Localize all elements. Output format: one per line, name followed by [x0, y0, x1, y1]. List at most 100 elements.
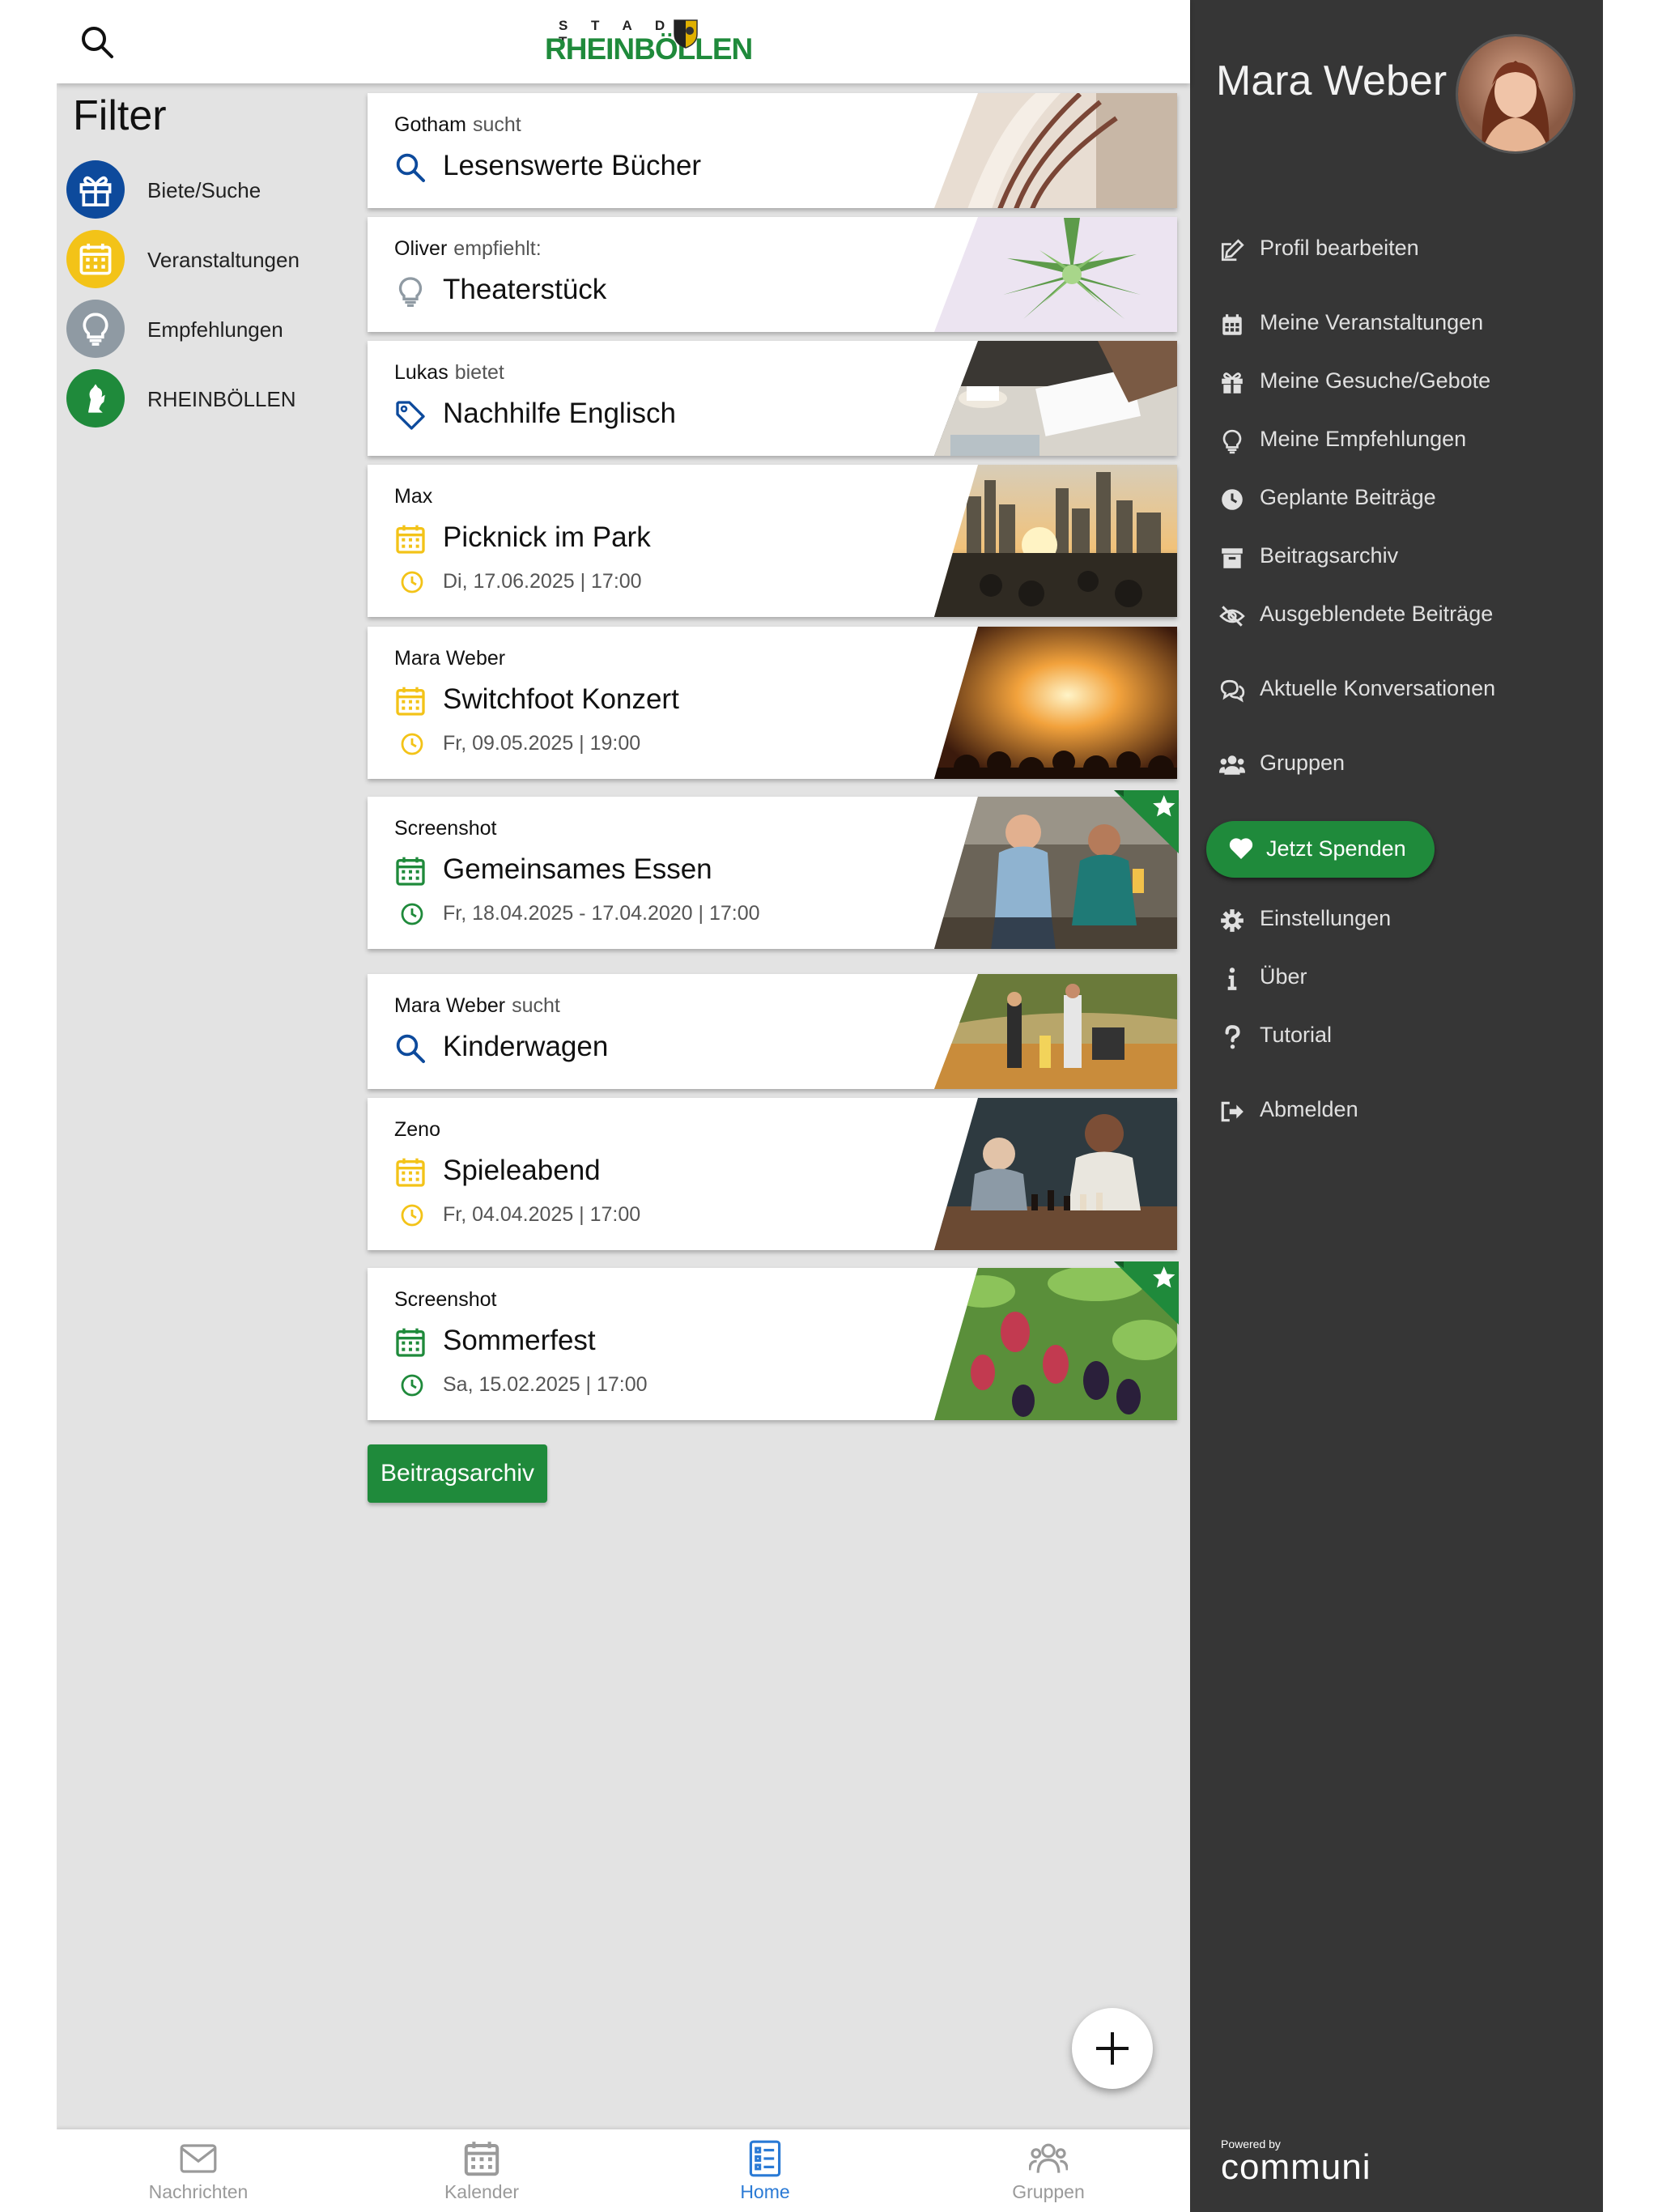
feed-card[interactable]: Max Picknick im Park Di, 17.06.2025 | 17:0… — [368, 465, 1177, 617]
card-title: Theaterstück — [443, 274, 607, 305]
nav-item-home[interactable]: Home — [623, 2129, 907, 2212]
feed-card[interactable]: Mara Weber sucht Kinderwagen — [368, 974, 1177, 1089]
card-author: Screenshot — [394, 817, 496, 840]
calendar-icon — [464, 2142, 500, 2176]
filter-item[interactable]: Biete/Suche — [66, 160, 358, 219]
drawer-item-label: Profil bearbeiten — [1260, 236, 1419, 260]
nav-label: Home — [740, 2181, 790, 2202]
nav-item-gruppen[interactable]: Gruppen — [907, 2129, 1190, 2212]
card-image — [934, 93, 1177, 208]
nav-item-nachrichten[interactable]: Nachrichten — [57, 2129, 340, 2212]
main-area: S T A D T RHEINBÖLLEN Filter Biete/Suche… — [57, 0, 1190, 2212]
type-icon-wrap — [394, 855, 427, 887]
envelope-icon — [180, 2144, 217, 2173]
author-verb: sucht — [512, 994, 560, 1017]
drawer-item-label: Meine Empfehlungen — [1260, 427, 1467, 451]
drawer-item-label: Einstellungen — [1260, 906, 1392, 930]
author-verb: empfiehlt: — [453, 237, 542, 260]
add-post-button[interactable] — [1072, 2008, 1153, 2089]
author-name: Mara Weber — [394, 647, 506, 670]
card-image-wrap — [934, 627, 1177, 779]
drawer-item-label: Meine Gesuche/Gebote — [1260, 368, 1491, 393]
avatar[interactable] — [1456, 34, 1575, 154]
clock-icon — [401, 903, 423, 925]
filter-label: Empfehlungen — [147, 317, 283, 342]
featured-badge — [1114, 1261, 1187, 1334]
archive-icon — [1222, 548, 1243, 568]
nav-item-kalender[interactable]: Kalender — [340, 2129, 623, 2212]
filter-icon-circle — [66, 300, 125, 358]
feed-card[interactable]: Mara Weber Switchfoot Konzert Fr, 09.05.20… — [368, 627, 1177, 779]
drawer-item[interactable]: Abmelden — [1219, 1091, 1592, 1131]
drawer-item[interactable]: Beitragsarchiv — [1219, 537, 1592, 577]
type-icon-wrap — [394, 399, 427, 432]
drawer-item[interactable]: Geplante Beiträge — [1219, 479, 1592, 519]
drawer-item[interactable]: Ausgeblendete Beiträge — [1219, 595, 1592, 636]
author-name: Zeno — [394, 1118, 440, 1141]
filter-item[interactable]: Empfehlungen — [66, 300, 358, 358]
filter-label: Veranstaltungen — [147, 248, 300, 272]
filter-item[interactable]: RHEINBÖLLEN — [66, 369, 358, 428]
drawer-item[interactable]: Einstellungen — [1219, 900, 1592, 940]
clock-icon-wrap — [400, 902, 424, 926]
card-author: Oliver empfiehlt: — [394, 237, 542, 261]
card-image — [934, 465, 1177, 617]
card-image-wrap — [934, 1098, 1177, 1250]
clock-icon — [401, 1204, 423, 1227]
type-icon-wrap — [394, 275, 427, 308]
feed-card[interactable]: Zeno Spieleabend Fr, 04.04.2025 | 17:00 — [368, 1098, 1177, 1250]
drawer-item-label: Gruppen — [1260, 751, 1346, 775]
type-icon-wrap — [394, 1032, 427, 1065]
donate-label: Jetzt Spenden — [1266, 836, 1406, 861]
feed-card[interactable]: Screenshot Gemeinsames Essen Fr, 18.04.202… — [368, 790, 1179, 949]
drawer-item-label: Über — [1260, 964, 1307, 989]
heart-icon — [1229, 838, 1253, 859]
nav-label: Gruppen — [1012, 2181, 1085, 2202]
card-title: Switchfoot Konzert — [443, 683, 679, 715]
drawer-item[interactable]: Meine Veranstaltungen — [1219, 304, 1592, 344]
drawer-item[interactable]: Profil bearbeiten — [1219, 229, 1592, 270]
feed-card[interactable]: Lukas bietet Nachhilfe Englisch — [368, 341, 1177, 456]
drawer-item[interactable]: Meine Gesuche/Gebote — [1219, 362, 1592, 402]
calendar-icon — [396, 857, 425, 886]
logo-main-text: RHEINBÖLLEN — [545, 32, 753, 66]
side-drawer: Mara Weber Profil bearbeiten Meine Verans… — [1190, 0, 1603, 2212]
city-logo[interactable]: S T A D T RHEINBÖLLEN — [542, 15, 753, 71]
card-image-wrap — [934, 974, 1177, 1089]
card-date: Fr, 09.05.2025 | 19:00 — [443, 732, 641, 755]
crest-lion-icon — [88, 384, 105, 413]
card-date: Di, 17.06.2025 | 17:00 — [443, 570, 642, 593]
drawer-item[interactable]: Tutorial — [1219, 1016, 1592, 1057]
author-name: Screenshot — [394, 817, 497, 840]
drawer-item[interactable]: Gruppen — [1219, 744, 1592, 785]
author-verb: sucht — [472, 113, 521, 136]
crest-icon — [674, 19, 698, 49]
filter-item[interactable]: Veranstaltungen — [66, 230, 358, 288]
question-icon — [1225, 1025, 1240, 1049]
card-author: Max — [394, 485, 432, 508]
type-icon-wrap — [394, 523, 427, 555]
donate-button[interactable]: Jetzt Spenden — [1206, 821, 1435, 878]
clock-icon — [401, 1374, 423, 1397]
card-image-wrap — [934, 341, 1177, 456]
group-icon — [1029, 2143, 1068, 2173]
card-title: Kinderwagen — [443, 1031, 609, 1062]
drawer-item[interactable]: Über — [1219, 958, 1592, 998]
feed-card[interactable]: Screenshot Sommerfest Sa, 15.02.2025 | 17:… — [368, 1261, 1179, 1420]
calendar-icon — [396, 1328, 425, 1357]
feed-card[interactable]: Oliver empfiehlt: Theaterstück — [368, 217, 1177, 332]
gift-icon — [79, 176, 112, 206]
card-image — [934, 341, 1177, 456]
card-author: Lukas bietet — [394, 361, 504, 385]
filter-label: RHEINBÖLLEN — [147, 387, 296, 411]
feed-card[interactable]: Gotham sucht Lesenswerte Bücher — [368, 93, 1177, 208]
drawer-item-label: Beitragsarchiv — [1260, 543, 1399, 568]
archive-button[interactable]: Beitragsarchiv — [368, 1444, 547, 1503]
card-title: Gemeinsames Essen — [443, 853, 712, 885]
drawer-item[interactable]: Meine Empfehlungen — [1219, 420, 1592, 461]
clock-icon-wrap — [400, 1373, 424, 1397]
search-button[interactable] — [78, 23, 118, 63]
clock-icon — [401, 733, 423, 755]
drawer-item[interactable]: Aktuelle Konversationen — [1219, 670, 1592, 710]
drawer-item-label: Ausgeblendete Beiträge — [1260, 602, 1494, 626]
